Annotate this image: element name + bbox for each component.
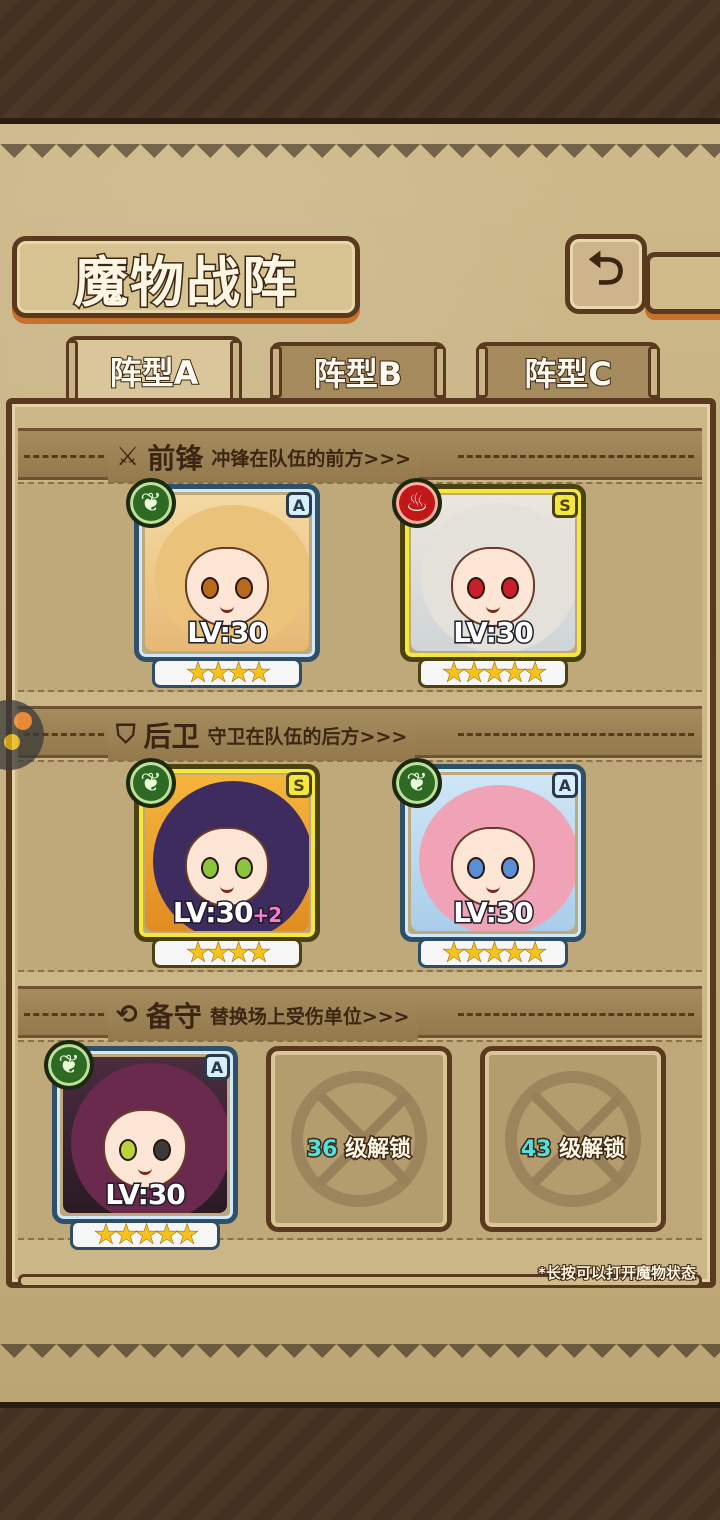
- section-name: 前锋: [147, 442, 204, 475]
- page-title: 魔物战阵: [73, 248, 298, 315]
- level-label: LV:30: [405, 615, 581, 651]
- eye-shape: [235, 857, 253, 879]
- leaf-element-icon: ❦: [126, 478, 176, 528]
- mouth-shape: [486, 605, 500, 613]
- tab-formation-b[interactable]: 阵型B: [270, 342, 446, 398]
- tab-formation-a[interactable]: 阵型A: [66, 336, 242, 402]
- bottom-background: [0, 1395, 720, 1520]
- level-bonus: +2: [251, 902, 284, 929]
- face-shape: [451, 827, 535, 907]
- unlock-level: 43: [519, 1136, 553, 1164]
- level-value: LV:30: [171, 895, 255, 931]
- level-label: LV:30: [405, 895, 581, 931]
- tab-label: 阵型A: [109, 353, 200, 393]
- unlock-label: 级解锁: [344, 1136, 413, 1164]
- eye-shape: [119, 1139, 137, 1161]
- front-row: [18, 482, 702, 692]
- dash-line: [458, 1013, 694, 1016]
- level-value: LV:30: [452, 895, 536, 931]
- face-shape: [185, 827, 269, 907]
- star-rating: ★★★★★: [418, 938, 568, 969]
- level-value: LV:30: [452, 615, 536, 651]
- back-rail: [645, 252, 720, 314]
- tab-formation-c[interactable]: 阵型C: [476, 342, 660, 398]
- fire-element-icon: ♨: [392, 478, 442, 528]
- eye-shape: [501, 577, 519, 599]
- mouth-shape: [138, 1167, 152, 1175]
- unlock-requirement: 36 级解锁: [271, 1131, 447, 1164]
- star-rating: ★★★★: [152, 658, 302, 689]
- title-plate: 魔物战阵: [12, 236, 360, 318]
- face-shape: [185, 547, 269, 627]
- tab-post: [230, 340, 242, 402]
- section-title-back: ⛉ 后卫 守卫在队伍的后方>>>: [108, 709, 416, 761]
- star-rating: ★★★★★: [418, 658, 568, 689]
- section-description: 守卫在队伍的后方>>>: [207, 725, 408, 748]
- leaf-element-icon: ❦: [392, 758, 442, 808]
- tab-post: [434, 346, 446, 398]
- rank-badge: A: [552, 772, 578, 798]
- tab-post: [270, 346, 282, 398]
- star-rating: ★★★★★: [70, 1220, 220, 1251]
- rank-badge: S: [552, 492, 578, 518]
- dash-line: [458, 733, 694, 736]
- locked-slot[interactable]: 43 级解锁: [480, 1046, 666, 1232]
- rank-badge: A: [286, 492, 312, 518]
- unlock-level: 36: [305, 1136, 339, 1164]
- zigzag-top: [0, 144, 720, 172]
- dash-line: [458, 455, 694, 458]
- sword-icon: ⚔: [116, 442, 140, 472]
- unlock-label: 级解锁: [558, 1136, 627, 1164]
- level-label: LV:30: [139, 615, 315, 651]
- return-icon: ⮌: [587, 241, 625, 295]
- eye-shape: [501, 857, 519, 879]
- menu-dot-icon: [14, 712, 32, 730]
- eye-shape: [201, 857, 219, 879]
- face-shape: [103, 1109, 187, 1189]
- section-title-front: ⚔ 前锋 冲锋在队伍的前方>>>: [108, 431, 420, 483]
- section-header-back: ⛉ 后卫 守卫在队伍的后方>>>: [18, 706, 702, 761]
- level-label: LV:30+2: [139, 895, 315, 931]
- eye-shape: [467, 857, 485, 879]
- section-header-bench: ⟲ 备守 替换场上受伤单位>>>: [18, 986, 702, 1041]
- tab-label: 阵型B: [313, 354, 403, 394]
- menu-dot-icon: [4, 734, 20, 750]
- star-rating: ★★★★: [152, 938, 302, 969]
- mouth-shape: [220, 605, 234, 613]
- mouth-shape: [220, 885, 234, 893]
- zigzag-bottom: [0, 1344, 720, 1372]
- eye-shape: [467, 577, 485, 599]
- eye-shape: [201, 577, 219, 599]
- hint-text: *长按可以打开魔物状态: [537, 1263, 697, 1283]
- section-name: 后卫: [143, 720, 200, 753]
- rank-badge: S: [286, 772, 312, 798]
- tab-post: [476, 346, 488, 398]
- swap-icon: ⟲: [116, 1000, 138, 1030]
- rank-badge: A: [204, 1054, 230, 1080]
- face-shape: [451, 547, 535, 627]
- leaf-element-icon: ❦: [44, 1040, 94, 1090]
- section-header-front: ⚔ 前锋 冲锋在队伍的前方>>>: [18, 428, 702, 483]
- level-label: LV:30: [57, 1177, 233, 1213]
- tab-post: [648, 346, 660, 398]
- tab-post: [66, 340, 78, 402]
- section-description: 冲锋在队伍的前方>>>: [211, 447, 412, 470]
- mouth-shape: [486, 885, 500, 893]
- eye-shape: [235, 577, 253, 599]
- level-value: LV:30: [186, 615, 270, 651]
- section-name: 备守: [145, 1000, 202, 1033]
- section-description: 替换场上受伤单位>>>: [209, 1005, 410, 1028]
- section-title-bench: ⟲ 备守 替换场上受伤单位>>>: [108, 989, 418, 1041]
- locked-slot[interactable]: 36 级解锁: [266, 1046, 452, 1232]
- shield-icon: ⛉: [116, 719, 136, 750]
- dash-line: [24, 455, 104, 458]
- dash-line: [24, 1013, 104, 1016]
- eye-shape: [153, 1139, 171, 1161]
- back-row: [18, 760, 702, 972]
- back-button[interactable]: ⮌: [565, 234, 647, 314]
- leaf-element-icon: ❦: [126, 758, 176, 808]
- level-value: LV:30: [104, 1177, 188, 1213]
- tab-label: 阵型C: [523, 354, 612, 394]
- unlock-requirement: 43 级解锁: [485, 1131, 661, 1164]
